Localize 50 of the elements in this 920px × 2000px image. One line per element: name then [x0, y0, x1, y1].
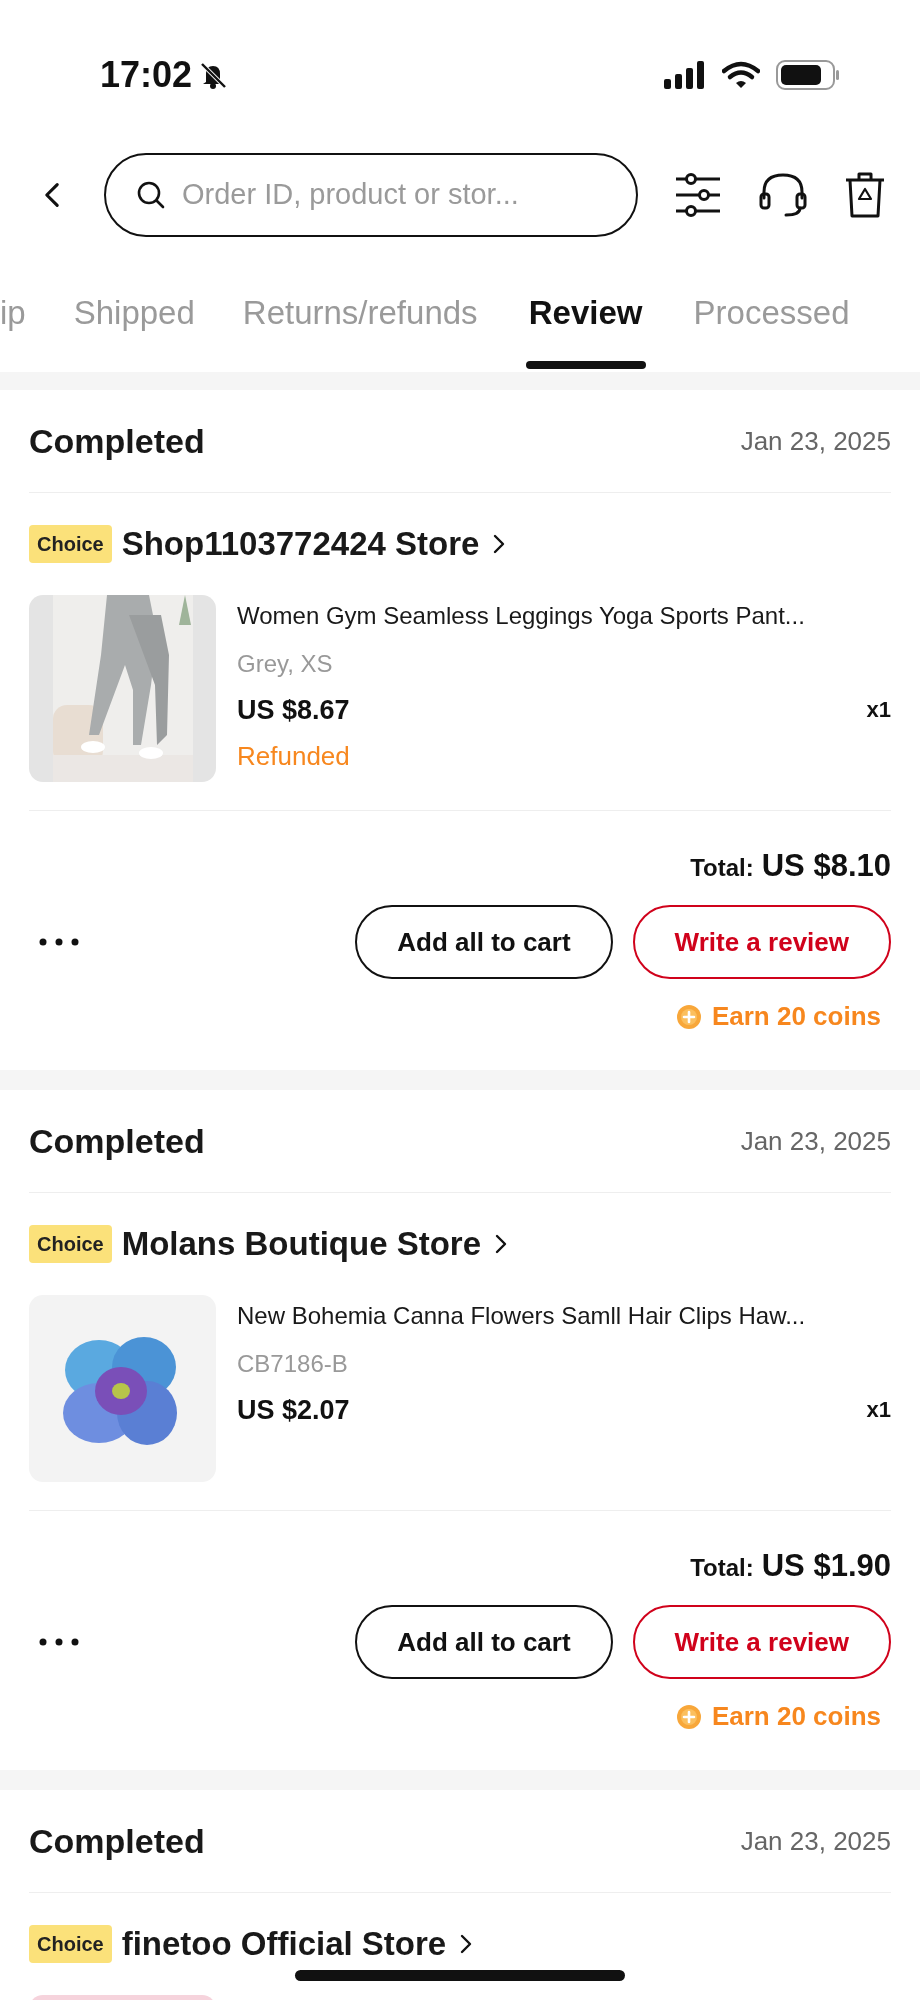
search-bar[interactable]: Order ID, product or stor... — [104, 153, 638, 237]
reward-text: Earn 20 coins — [711, 1000, 881, 1033]
order-date: Jan 23, 2025 — [740, 1824, 891, 1858]
headset-icon[interactable] — [758, 172, 808, 218]
product-quantity: x1 — [866, 1396, 891, 1424]
product-variant: CB7186-B — [237, 1349, 349, 1379]
coin-icon — [675, 1703, 702, 1730]
total-label: Total: — [690, 853, 754, 883]
order-status: Completed — [29, 1820, 205, 1862]
choice-badge: Choice — [29, 1225, 112, 1263]
coin-icon — [675, 1003, 702, 1030]
product-variant: Grey, XS — [237, 649, 334, 679]
product-price: US $2.07 — [237, 1393, 350, 1426]
product-title[interactable]: New Bohemia Canna Flowers Samll Hair Clips Haw... — [237, 1301, 891, 1331]
filter-icon[interactable] — [674, 173, 722, 217]
order-date: Jan 23, 2025 — [740, 424, 891, 458]
store-link[interactable]: finetoo Official Store — [121, 1919, 473, 1969]
choice-badge: Choice — [29, 525, 112, 563]
back-icon — [44, 182, 60, 208]
add-to-cart-button[interactable]: Add all to cart — [355, 1605, 613, 1679]
battery-icon — [776, 60, 840, 90]
search-field[interactable]: Order ID, product or stor... — [182, 173, 606, 217]
write-review-button[interactable]: Write a review — [632, 1605, 891, 1679]
total-label: Total: — [690, 1553, 754, 1583]
order-date: Jan 23, 2025 — [740, 1124, 891, 1158]
chevron-right-icon — [460, 1934, 473, 1954]
product-price: US $8.67 — [237, 693, 350, 726]
more-icon[interactable] — [39, 938, 79, 946]
store-link[interactable]: Molans Boutique Store — [121, 1219, 508, 1269]
add-to-cart-button[interactable]: Add all to cart — [355, 905, 613, 979]
reward-text: Earn 20 coins — [711, 1700, 881, 1733]
choice-badge: Choice — [29, 1925, 112, 1963]
signal-icon — [664, 61, 706, 89]
store-link[interactable]: Shop1103772424 Store — [121, 519, 506, 569]
search-icon — [136, 180, 166, 210]
order-status: Completed — [29, 420, 205, 462]
total-amount: US $1.90 — [761, 1547, 891, 1585]
write-review-button[interactable]: Write a review — [632, 905, 891, 979]
chevron-right-icon — [495, 1234, 508, 1254]
product-title[interactable]: Women Gym Seamless Leggings Yoga Sports Pant... — [237, 601, 891, 631]
order-tab[interactable]: Review — [528, 295, 643, 331]
recycle-bin-icon[interactable] — [844, 171, 886, 219]
status-time: 17:02 — [100, 53, 193, 97]
more-icon[interactable] — [39, 1638, 79, 1646]
product-quantity: x1 — [866, 696, 891, 724]
chevron-right-icon — [493, 534, 506, 554]
refund-status: Refunded — [237, 740, 351, 772]
wifi-icon — [722, 61, 760, 89]
order-status: Completed — [29, 1120, 205, 1162]
total-amount: US $8.10 — [761, 847, 891, 885]
